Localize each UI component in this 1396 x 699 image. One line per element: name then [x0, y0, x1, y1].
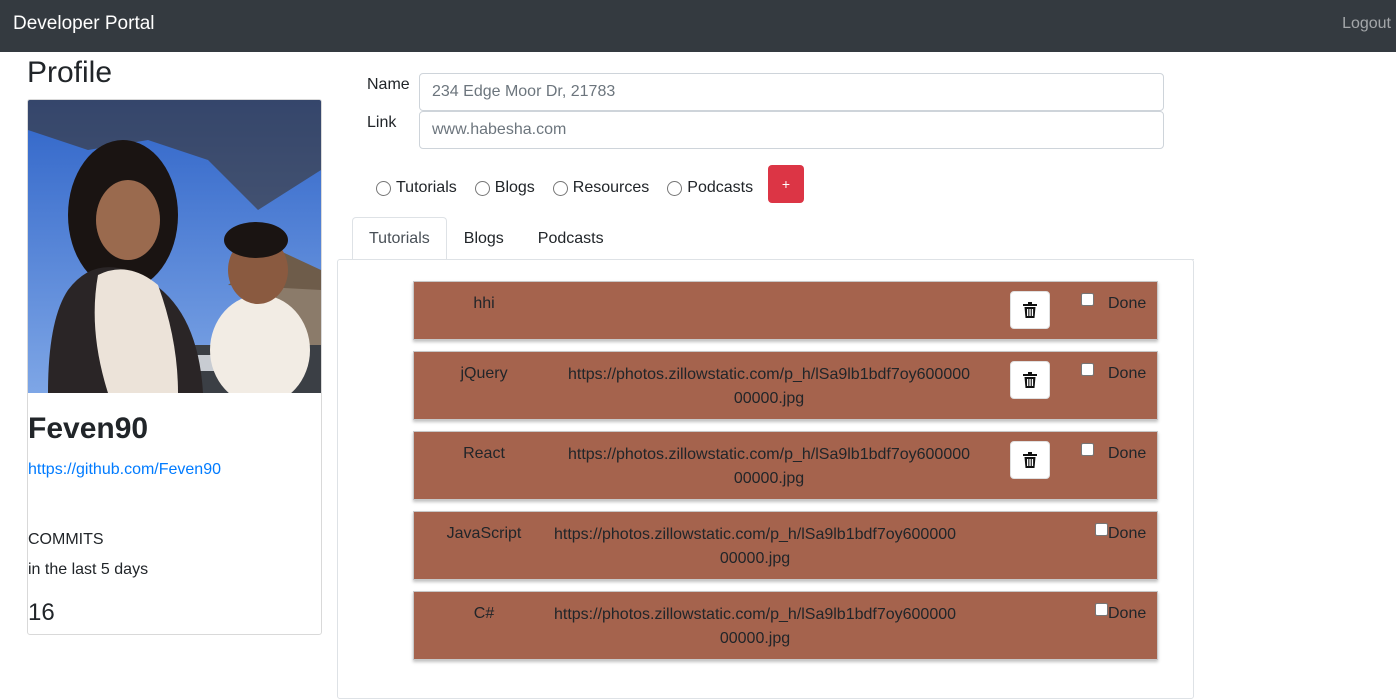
- radio-label: Tutorials: [396, 179, 457, 196]
- tab-blogs[interactable]: Blogs: [447, 217, 521, 260]
- commits-label: COMMITS: [28, 531, 104, 548]
- resource-url[interactable]: https://photos.zillowstatic.com/p_h/lSa9…: [564, 443, 974, 491]
- resource-card: React https://photos.zillowstatic.com/p_…: [413, 431, 1158, 500]
- resource-url[interactable]: https://photos.zillowstatic.com/p_h/lSa9…: [550, 603, 960, 651]
- name-label: Name: [367, 76, 410, 93]
- radio-tutorials[interactable]: Tutorials: [376, 179, 457, 197]
- category-tabs: Tutorials Blogs Podcasts: [352, 217, 621, 260]
- tab-podcasts[interactable]: Podcasts: [521, 217, 621, 260]
- done-label: Done: [1108, 365, 1147, 382]
- profile-heading: Profile: [27, 56, 113, 89]
- github-link[interactable]: https://github.com/Feven90: [28, 461, 221, 479]
- trash-icon: [1023, 372, 1037, 388]
- radio-button[interactable]: [474, 180, 490, 196]
- done-checkbox[interactable]: [1081, 363, 1094, 376]
- resource-card: hhi Done: [413, 281, 1158, 340]
- link-input[interactable]: [419, 111, 1164, 149]
- delete-button[interactable]: [1010, 361, 1050, 399]
- done-label: Done: [1108, 605, 1147, 622]
- radio-blogs[interactable]: Blogs: [474, 179, 535, 197]
- done-label: Done: [1108, 445, 1147, 462]
- profile-photo: [28, 100, 321, 393]
- radio-label: Blogs: [494, 179, 535, 196]
- delete-button[interactable]: [1010, 291, 1050, 329]
- logout-link[interactable]: Logout: [1342, 15, 1391, 33]
- radio-label: Podcasts: [687, 179, 754, 196]
- resource-name: C#: [473, 605, 495, 622]
- resource-card: C# https://photos.zillowstatic.com/p_h/l…: [413, 591, 1158, 660]
- radio-button[interactable]: [552, 180, 568, 196]
- trash-icon: [1023, 302, 1037, 318]
- done-checkbox[interactable]: [1095, 523, 1108, 536]
- delete-button[interactable]: [1010, 441, 1050, 479]
- trash-icon: [1023, 452, 1037, 468]
- done-checkbox[interactable]: [1081, 293, 1094, 306]
- commits-count: 16: [28, 599, 55, 626]
- resource-url[interactable]: https://photos.zillowstatic.com/p_h/lSa9…: [550, 523, 960, 571]
- commits-period: in the last 5 days: [28, 561, 149, 578]
- done-label: Done: [1108, 525, 1147, 542]
- done-checkbox[interactable]: [1095, 603, 1108, 616]
- add-resource-button[interactable]: +: [768, 165, 804, 203]
- resource-name: JavaScript: [446, 525, 522, 542]
- radio-button[interactable]: [376, 180, 391, 196]
- tab-tutorials[interactable]: Tutorials: [352, 217, 447, 260]
- done-label: Done: [1108, 295, 1147, 312]
- radio-resources[interactable]: Resources: [552, 179, 650, 197]
- resource-card: JavaScript https://photos.zillowstatic.c…: [413, 511, 1158, 580]
- resource-name: hhi: [473, 295, 495, 312]
- profile-username: Feven90: [28, 412, 149, 445]
- brand-title[interactable]: Developer Portal: [13, 13, 155, 35]
- category-radio-group: Tutorials Blogs Resources Podcasts: [376, 177, 771, 199]
- top-navbar: Developer Portal Logout: [0, 0, 1396, 52]
- resource-url[interactable]: https://photos.zillowstatic.com/p_h/lSa9…: [564, 363, 974, 411]
- resource-name: jQuery: [460, 365, 508, 382]
- resource-card: jQuery https://photos.zillowstatic.com/p…: [413, 351, 1158, 420]
- radio-button[interactable]: [667, 180, 683, 196]
- link-label: Link: [367, 114, 397, 131]
- radio-podcasts[interactable]: Podcasts: [667, 179, 753, 197]
- resource-name: React: [463, 445, 505, 462]
- done-checkbox[interactable]: [1081, 443, 1094, 456]
- name-input[interactable]: [419, 73, 1164, 111]
- profile-card: Feven90 https://github.com/Feven90 COMMI…: [27, 99, 322, 635]
- radio-label: Resources: [572, 179, 650, 196]
